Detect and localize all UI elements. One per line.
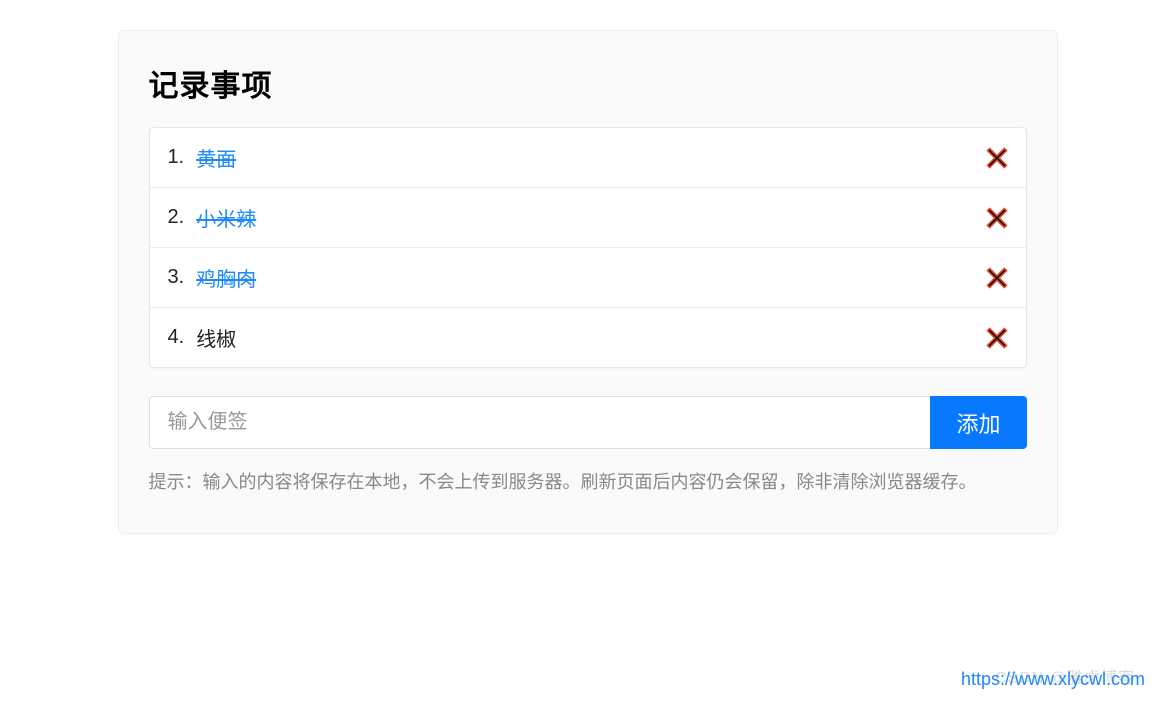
delete-icon[interactable] — [986, 147, 1008, 169]
delete-icon[interactable] — [986, 267, 1008, 289]
item-text[interactable]: 线椒 — [196, 323, 236, 352]
item-number: 2. — [168, 206, 185, 229]
item-number: 3. — [168, 266, 185, 289]
item-text[interactable]: 小米辣 — [196, 203, 256, 232]
hint-text: 提示：输入的内容将保存在本地，不会上传到服务器。刷新页面后内容仍会保留，除非清除… — [149, 467, 1027, 498]
delete-icon[interactable] — [986, 327, 1008, 349]
note-list: 1. 黄面 2. 小米辣 3. 鸡胸肉 4. 线椒 — [149, 127, 1027, 368]
add-button[interactable]: 添加 — [930, 396, 1026, 449]
item-number: 1. — [168, 146, 185, 169]
item-number: 4. — [168, 326, 185, 349]
delete-icon[interactable] — [986, 207, 1008, 229]
list-item[interactable]: 2. 小米辣 — [150, 188, 1026, 248]
list-item[interactable]: 4. 线椒 — [150, 308, 1026, 367]
item-text[interactable]: 鸡胸肉 — [196, 263, 256, 292]
input-row: 添加 — [149, 396, 1027, 449]
list-item[interactable]: 3. 鸡胸肉 — [150, 248, 1026, 308]
note-card: 记录事项 1. 黄面 2. 小米辣 3. 鸡胸肉 4. 线椒 添加 提示：输入的内容将保存在本… — [118, 30, 1058, 534]
list-item[interactable]: 1. 黄面 — [150, 128, 1026, 188]
card-title: 记录事项 — [149, 61, 1027, 105]
watermark-link: https://www.xlycwl.com — [961, 669, 1145, 690]
item-text[interactable]: 黄面 — [196, 143, 236, 172]
note-input[interactable] — [149, 396, 931, 449]
